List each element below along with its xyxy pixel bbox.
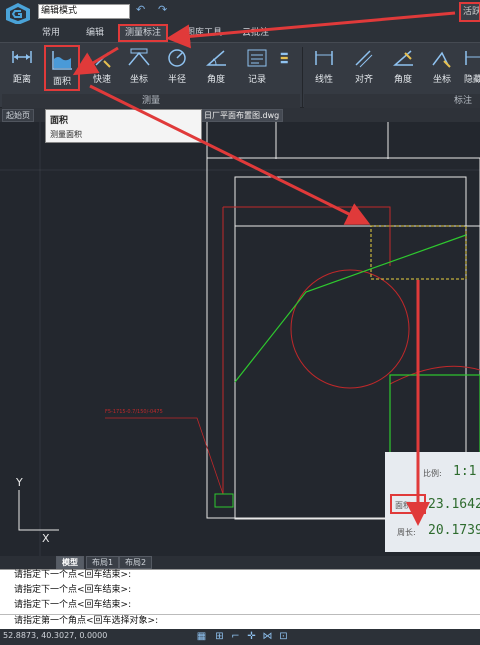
ortho-icon[interactable]: ⌐ bbox=[230, 631, 241, 642]
tab-edit[interactable]: 编辑 bbox=[86, 26, 104, 40]
angle-dimension-icon bbox=[393, 50, 413, 66]
tooltip-description: 测量面积 bbox=[50, 130, 82, 139]
angle-label: 角度 bbox=[206, 75, 225, 85]
distance-tool-button[interactable]: 距离 bbox=[4, 45, 40, 91]
redo-icon[interactable]: ↷ bbox=[158, 4, 170, 16]
radius-tool-button[interactable]: 半径 bbox=[159, 45, 195, 91]
coordinates-readout: 52.8873, 40.3027, 0.0000 bbox=[3, 631, 108, 640]
scale-label: 比例: bbox=[423, 469, 442, 478]
hide-label: 隐藏 bbox=[463, 75, 480, 85]
coordinate-icon bbox=[128, 48, 150, 66]
perimeter-value: 20.1739 bbox=[428, 523, 480, 538]
hide-dim-button[interactable]: 隐藏 bbox=[462, 45, 480, 91]
osnap-icon[interactable]: ⋈ bbox=[262, 631, 273, 642]
area-tooltip: 面积 测量面积 bbox=[45, 109, 202, 143]
ucs-x-label: X bbox=[42, 532, 50, 545]
aligned-label: 对齐 bbox=[354, 75, 373, 85]
leader-line bbox=[105, 417, 224, 495]
angle-icon bbox=[206, 50, 226, 66]
app-logo-icon bbox=[6, 3, 30, 25]
hide-dimension-icon bbox=[465, 51, 480, 65]
command-input[interactable]: 请指定第一个角点<回车选择对象>: bbox=[0, 614, 480, 628]
quick-measure-icon bbox=[95, 52, 111, 68]
radius-label: 半径 bbox=[167, 75, 186, 85]
area-label: 面积 bbox=[52, 77, 71, 87]
scale-value: 1:1 bbox=[453, 464, 477, 479]
tab-drawing-file[interactable]: 日厂平面布置图.dwg bbox=[200, 109, 284, 122]
otrack-icon[interactable]: ⊡ bbox=[278, 631, 289, 642]
status-bar: 52.8873, 40.3027, 0.0000 ▦ ⊞ ⌐ ✛ ⋈ ⊡ bbox=[0, 629, 480, 645]
grid-icon[interactable]: ▦ bbox=[196, 631, 207, 642]
area-result-value: 23.1642 bbox=[428, 497, 480, 512]
angle-dim-label: 角度 bbox=[393, 75, 412, 85]
more-tools-icon bbox=[280, 52, 288, 64]
coordinate-tool-button[interactable]: 坐标 bbox=[121, 45, 157, 91]
tab-model[interactable]: 模型 bbox=[56, 556, 84, 569]
coordinate-dim-label: 坐标 bbox=[432, 75, 451, 85]
radius-icon bbox=[168, 49, 186, 67]
measure-more-button[interactable] bbox=[276, 45, 296, 91]
record-icon bbox=[247, 49, 267, 67]
mode-select[interactable]: 编辑模式 bbox=[38, 4, 130, 19]
coordinate-dim-button[interactable]: 坐标 bbox=[424, 45, 460, 91]
coordinate-label: 坐标 bbox=[129, 75, 148, 85]
distance-icon bbox=[12, 51, 32, 63]
undo-icon[interactable]: ↶ bbox=[136, 4, 148, 16]
aligned-dim-button[interactable]: 对齐 bbox=[346, 45, 382, 91]
green-line bbox=[234, 234, 467, 383]
tab-measure-annotate[interactable]: 测量标注 bbox=[118, 24, 169, 42]
tab-cloud-annotation[interactable]: 云批注 bbox=[242, 26, 269, 40]
coordinate-dimension-icon bbox=[432, 51, 451, 68]
linear-label: 线性 bbox=[314, 75, 333, 85]
quick-label: 快速 bbox=[92, 75, 111, 85]
polar-icon[interactable]: ✛ bbox=[246, 631, 257, 642]
command-history-line: 请指定下一个点<回车结束>: bbox=[14, 570, 132, 580]
distance-label: 距离 bbox=[12, 75, 31, 85]
tab-layout2[interactable]: 布局2 bbox=[119, 556, 153, 569]
record-tool-button[interactable]: 记录 bbox=[239, 45, 275, 91]
ucs-icon bbox=[18, 490, 59, 531]
command-history-line: 请指定下一个点<回车结束>: bbox=[14, 585, 132, 595]
snap-icon[interactable]: ⊞ bbox=[214, 631, 225, 642]
area-icon bbox=[52, 51, 72, 70]
tab-library-tools[interactable]: 图库工具 bbox=[186, 26, 222, 40]
title-bar: 编辑模式 ↶ ↷ 活跃 bbox=[0, 0, 480, 25]
tab-common[interactable]: 常用 bbox=[42, 26, 60, 40]
layout-tabs: 模型 布局1 布局2 bbox=[0, 556, 480, 569]
ribbon-separator bbox=[302, 47, 303, 107]
tooltip-title: 面积 bbox=[50, 116, 69, 126]
tab-layout1[interactable]: 布局1 bbox=[86, 556, 120, 569]
angle-tool-button[interactable]: 角度 bbox=[198, 45, 234, 91]
title-right-button[interactable]: 活跃 bbox=[459, 2, 480, 22]
command-prompt: 请指定第一个角点<回车选择对象>: bbox=[14, 616, 159, 626]
tab-start-page[interactable]: 起始页 bbox=[2, 109, 34, 122]
menu-bar: 常用 编辑 测量标注 图库工具 云批注 bbox=[0, 24, 480, 42]
green-marker bbox=[214, 493, 234, 508]
aligned-dimension-icon bbox=[355, 50, 373, 68]
record-label: 记录 bbox=[247, 75, 266, 85]
red-outline bbox=[223, 206, 391, 266]
quick-tool-button[interactable]: 快速 bbox=[84, 45, 120, 91]
perimeter-label: 周长: bbox=[397, 528, 416, 537]
ucs-y-label: Y bbox=[15, 476, 23, 489]
area-result-label: 面积: bbox=[395, 501, 414, 510]
ribbon: 距离 面积 快速 坐标 半径 角度 记录 线性 对齐 角度 坐标 隐藏 测量 标… bbox=[0, 42, 480, 108]
measure-result-panel: 比例: 1:1 面积: 23.1642 周长: 20.1739 bbox=[385, 452, 480, 552]
area-tool-button[interactable]: 面积 bbox=[44, 45, 80, 91]
red-annotation-text: F5-1715-0.7/150/-0475 bbox=[105, 409, 163, 415]
command-window: 请指定下一个点<回车结束>: 请指定下一个点<回车结束>: 请指定下一个点<回车… bbox=[0, 569, 480, 629]
group-measure-label: 测量 bbox=[2, 94, 300, 108]
group-annotation-label: 标注 bbox=[304, 94, 480, 108]
linear-dim-button[interactable]: 线性 bbox=[306, 45, 342, 91]
red-circle bbox=[290, 269, 410, 389]
command-history-line: 请指定下一个点<回车结束>: bbox=[14, 600, 132, 610]
linear-dimension-icon bbox=[315, 51, 333, 65]
angle-dim-button[interactable]: 角度 bbox=[385, 45, 421, 91]
